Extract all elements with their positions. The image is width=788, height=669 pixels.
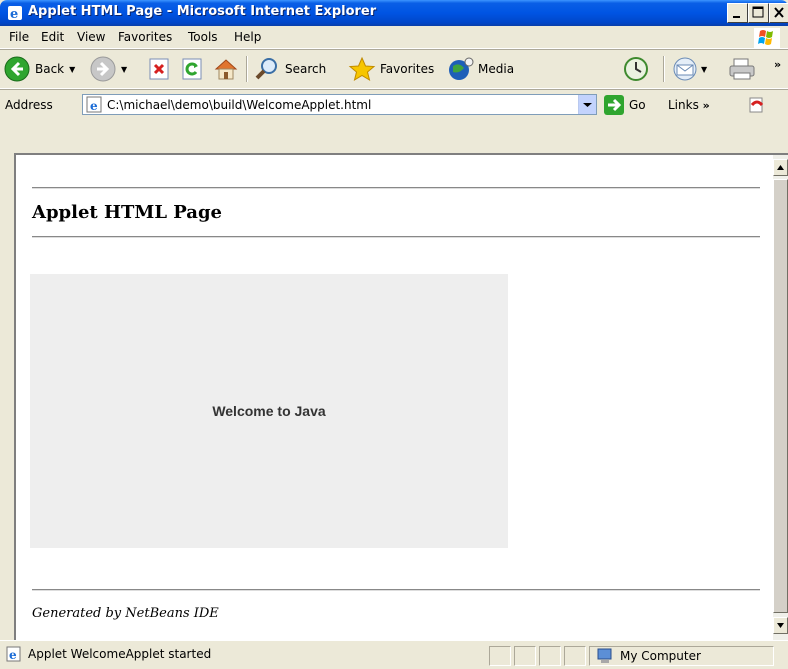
chevron-down-icon[interactable]: ▼ [701, 65, 707, 74]
scroll-up-icon [777, 165, 784, 170]
stop-button[interactable] [147, 54, 171, 84]
menu-edit[interactable]: Edit [41, 30, 64, 44]
status-text: Applet WelcomeApplet started [28, 647, 212, 661]
top-rule [32, 187, 760, 189]
chevron-down-icon[interactable]: ▼ [121, 65, 127, 74]
status-pane [489, 646, 511, 666]
status-bar: e Applet WelcomeApplet started My Comput… [0, 640, 788, 669]
my-computer-icon [597, 648, 612, 663]
go-button[interactable]: Go [604, 95, 646, 115]
vertical-scrollbar[interactable] [773, 153, 788, 640]
address-box[interactable]: e [82, 94, 597, 115]
favorites-button[interactable]: Favorites [348, 54, 434, 84]
address-input[interactable] [107, 95, 567, 114]
media-button[interactable]: Media [447, 54, 514, 84]
scrollbar-thumb[interactable] [773, 179, 788, 613]
status-pane [514, 646, 536, 666]
footer-rule [32, 589, 760, 591]
menu-file[interactable]: File [9, 30, 29, 44]
forward-icon [90, 56, 116, 82]
addon-icon[interactable] [748, 96, 768, 117]
applet-area[interactable]: Welcome to Java [30, 274, 508, 548]
home-button[interactable] [213, 54, 239, 84]
menu-tools[interactable]: Tools [188, 30, 218, 44]
page-content: Applet HTML Page Welcome to Java Generat… [14, 153, 773, 640]
links-button[interactable]: Links » [668, 98, 710, 112]
scroll-down-icon [777, 623, 784, 628]
minimize-icon [733, 16, 740, 18]
security-zone: My Computer [596, 648, 701, 664]
page-icon: e [86, 96, 103, 116]
zone-label: My Computer [620, 649, 701, 663]
back-label: Back [35, 62, 65, 76]
history-icon [624, 57, 648, 81]
standard-toolbar: Back ▼ ▼ Search Favorites Media ▼ » [0, 49, 788, 89]
menu-favorites[interactable]: Favorites [118, 30, 172, 44]
go-icon [604, 95, 624, 115]
media-icon [449, 57, 474, 80]
status-pane [539, 646, 561, 666]
title-bar[interactable]: e Applet HTML Page - Microsoft Internet … [0, 0, 788, 26]
favorites-label: Favorites [380, 62, 435, 76]
search-button[interactable]: Search [254, 54, 326, 84]
ie-page-icon: e [6, 646, 21, 662]
maximize-button[interactable] [748, 3, 769, 23]
print-button[interactable] [727, 54, 757, 84]
page-heading: Applet HTML Page [32, 202, 223, 223]
svg-text:e: e [10, 7, 18, 21]
back-icon [4, 56, 30, 82]
forward-button[interactable]: ▼ [90, 54, 127, 84]
home-icon [214, 59, 238, 80]
mail-icon [673, 57, 697, 81]
scroll-up-button[interactable] [773, 159, 788, 176]
search-icon [255, 58, 277, 80]
mail-button[interactable]: ▼ [672, 54, 707, 84]
print-icon [729, 58, 755, 80]
favorites-icon [348, 56, 376, 82]
back-button[interactable]: Back ▼ [4, 54, 75, 84]
window-title: Applet HTML Page - Microsoft Internet Ex… [28, 4, 377, 19]
search-label: Search [285, 62, 327, 76]
address-label: Address [5, 98, 53, 112]
minimize-button[interactable] [727, 3, 748, 23]
menu-view[interactable]: View [77, 30, 105, 44]
windows-logo-icon [754, 28, 780, 48]
chevron-down-icon[interactable]: ▼ [69, 65, 75, 74]
chevron-down-icon [583, 103, 592, 107]
svg-text:e: e [9, 648, 17, 662]
close-icon [774, 7, 784, 18]
refresh-button[interactable] [180, 54, 204, 84]
address-bar: Address e Go Links » [0, 89, 788, 120]
ie-icon: e [7, 5, 23, 22]
maximize-icon [752, 6, 764, 18]
media-label: Media [478, 62, 515, 76]
status-message-area: e Applet WelcomeApplet started [6, 646, 211, 662]
close-button[interactable] [769, 3, 788, 23]
heading-rule [32, 236, 760, 238]
footer-text: Generated by NetBeans IDE [32, 606, 219, 621]
menu-bar: File Edit View Favorites Tools Help [0, 26, 788, 49]
address-dropdown-button[interactable] [578, 95, 596, 114]
refresh-icon [182, 58, 202, 80]
applet-message: Welcome to Java [212, 403, 326, 419]
stop-icon [149, 58, 169, 80]
status-pane [564, 646, 586, 666]
svg-text:e: e [90, 99, 98, 113]
scroll-down-button[interactable] [773, 617, 788, 634]
history-button[interactable] [622, 54, 650, 84]
go-label: Go [629, 98, 646, 112]
toolbar-overflow-chevron[interactable]: » [774, 58, 781, 71]
links-label: Links [668, 98, 699, 112]
menu-help[interactable]: Help [234, 30, 261, 44]
browser-window: e Applet HTML Page - Microsoft Internet … [0, 0, 788, 669]
